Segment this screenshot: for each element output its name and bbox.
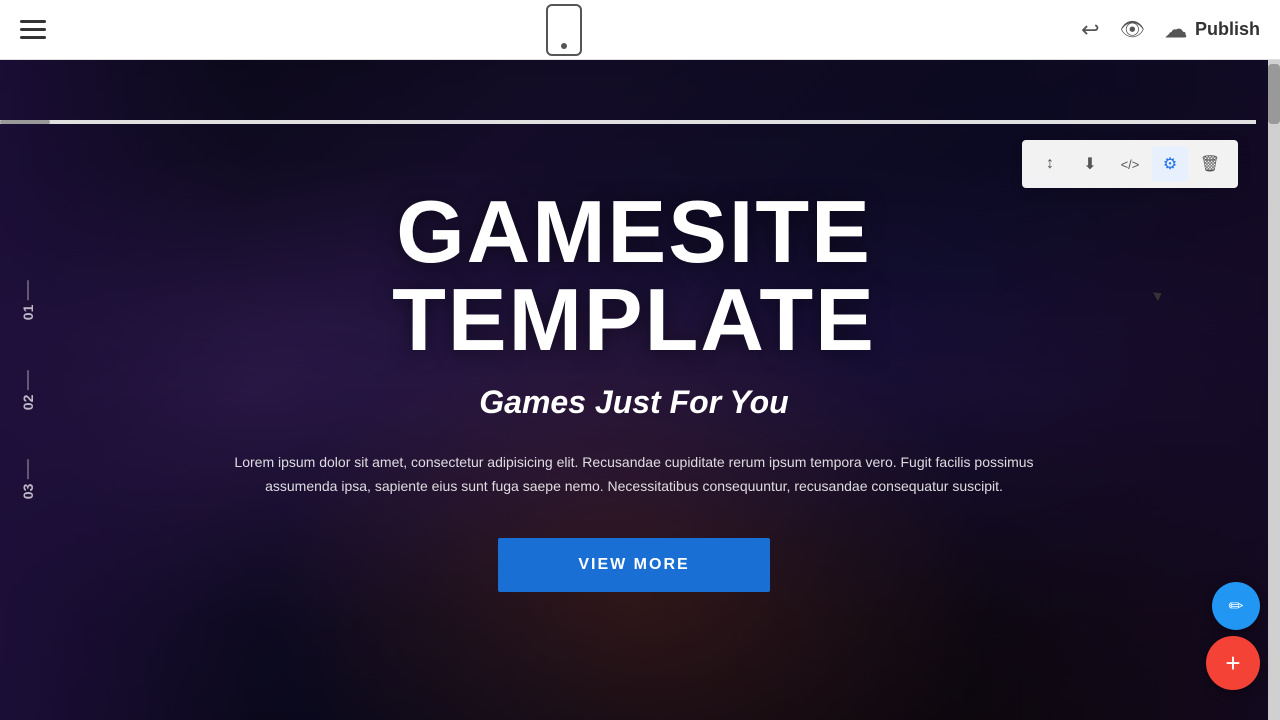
hero-description: Lorem ipsum dolor sit amet, consectetur … [234, 451, 1034, 499]
publish-label: Publish [1195, 19, 1260, 40]
top-bar-right: ↩ 👁 ☁ Publish [1081, 17, 1260, 43]
hero-content: GAMESITE TEMPLATE Games Just For You Lor… [184, 188, 1084, 593]
view-more-button[interactable]: VIEW MORE [498, 538, 769, 592]
top-bar: ↩ 👁 ☁ Publish [0, 0, 1280, 60]
slide-indicators: 01 02 03 [20, 281, 36, 500]
edit-fab-button[interactable]: ✏ [1212, 582, 1260, 630]
settings-button[interactable]: ⚙ [1152, 146, 1188, 182]
horizontal-scrollbar[interactable] [0, 120, 1256, 124]
top-bar-left [20, 20, 46, 39]
vertical-scrollbar[interactable] [1268, 60, 1280, 720]
plus-icon: + [1225, 648, 1240, 679]
eye-icon[interactable]: 👁 [1120, 17, 1145, 42]
publish-button[interactable]: ☁ Publish [1165, 17, 1260, 43]
settings-icon: ⚙ [1163, 154, 1177, 174]
vertical-scrollbar-thumb[interactable] [1268, 64, 1280, 124]
delete-button[interactable]: 🗑 [1192, 146, 1228, 182]
pencil-icon: ✏ [1228, 596, 1243, 617]
undo-icon[interactable]: ↩ [1081, 17, 1099, 43]
add-fab-button[interactable]: + [1206, 636, 1260, 690]
download-button[interactable]: ⬇ [1072, 146, 1108, 182]
hero-title: GAMESITE TEMPLATE [224, 188, 1044, 364]
horizontal-scrollbar-thumb[interactable] [0, 120, 50, 124]
sort-icon: ↕ [1046, 155, 1054, 173]
download-icon: ⬇ [1083, 154, 1096, 174]
code-button[interactable]: </> [1112, 146, 1148, 182]
mobile-preview-icon[interactable] [546, 4, 582, 56]
floating-toolbar: ↕ ⬇ </> ⚙ 🗑 [1022, 140, 1238, 188]
slide-indicator-2[interactable]: 02 [20, 370, 36, 410]
slide-indicator-1[interactable]: 01 [20, 281, 36, 321]
cloud-upload-icon: ☁ [1165, 17, 1187, 43]
slide-indicator-3[interactable]: 03 [20, 460, 36, 500]
menu-button[interactable] [20, 20, 46, 39]
code-icon: </> [1121, 157, 1140, 172]
top-bar-center [546, 4, 582, 56]
sort-button[interactable]: ↕ [1032, 146, 1068, 182]
hero-subtitle: Games Just For You [224, 384, 1044, 421]
trash-icon: 🗑 [1200, 154, 1220, 174]
canvas: 01 02 03 GAMESITE TEMPLATE Games Just Fo… [0, 60, 1268, 720]
